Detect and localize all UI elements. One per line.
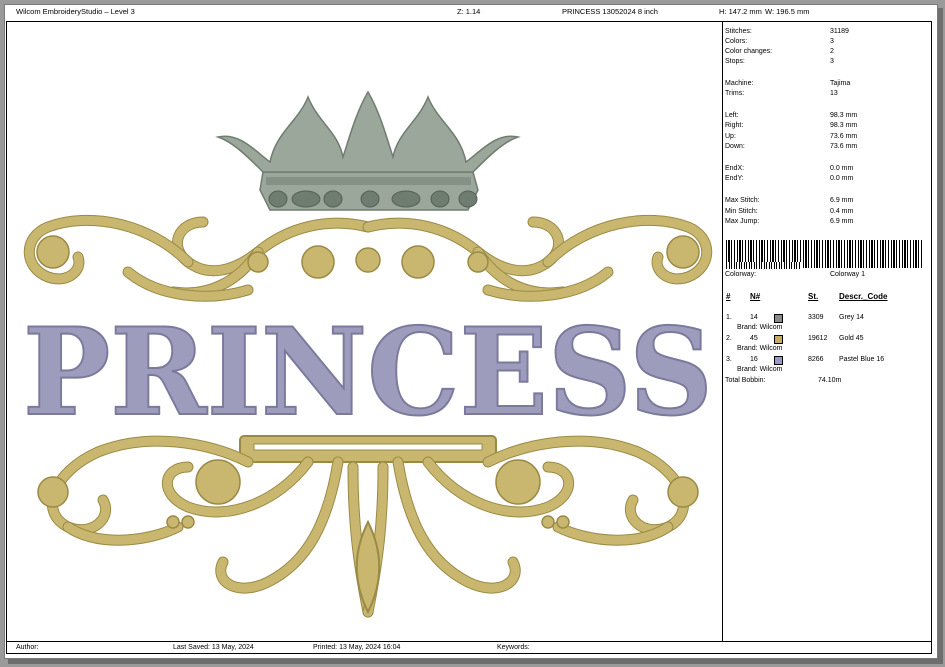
info-value: 0.0 mm — [830, 175, 854, 182]
divider — [6, 641, 932, 642]
info-value: 6.9 mm — [830, 218, 854, 225]
color-swatch — [774, 356, 783, 365]
info-label: Stops: — [725, 58, 745, 65]
last-saved-field: Last Saved: 13 May, 2024 — [173, 644, 254, 651]
info-value: 98.3 mm — [830, 112, 858, 119]
info-value: 31189 — [830, 28, 849, 35]
divider — [722, 21, 723, 641]
col-header-description: Descr._Code — [839, 292, 888, 301]
info-label: EndY: — [725, 175, 744, 182]
total-bobbin-label: Total Bobbin: — [725, 377, 766, 384]
info-value: 73.6 mm — [830, 143, 858, 150]
row-index: 2. — [726, 335, 732, 342]
info-label: EndX: — [725, 165, 745, 172]
info-label: Trims: — [725, 90, 745, 97]
barcode — [726, 262, 801, 269]
info-value: 0.0 mm — [830, 165, 854, 172]
row-stitch-count: 3309 — [808, 314, 824, 321]
info-label: Color changes: — [725, 48, 773, 55]
row-description: Pastel Blue 16 — [839, 356, 885, 363]
info-label: Up: — [725, 133, 736, 140]
info-label: Stitches: — [725, 28, 752, 35]
info-value: 0.4 mm — [830, 208, 854, 215]
row-thread-number: 45 — [750, 335, 758, 342]
row-index: 3. — [726, 356, 732, 363]
crown-motif — [215, 90, 521, 211]
princess-text: PRINCESS — [23, 302, 713, 443]
design-width: W: 196.5 mm — [765, 7, 810, 16]
color-swatch — [774, 335, 783, 344]
info-label: Machine: — [725, 80, 754, 87]
row-index: 1. — [726, 314, 732, 321]
row-brand: Brand: Wilcom — [737, 324, 783, 331]
design-name: PRINCESS 13052024 8 inch — [562, 7, 658, 16]
row-stitch-count: 19612 — [808, 335, 828, 342]
info-value: 3 — [830, 38, 834, 45]
info-value: 6.9 mm — [830, 197, 854, 204]
keywords-field: Keywords: — [497, 644, 530, 651]
info-label: Max Stitch: — [725, 197, 760, 204]
info-value: 2 — [830, 48, 834, 55]
row-description: Gold 45 — [839, 335, 864, 342]
row-brand: Brand: Wilcom — [737, 366, 783, 373]
upper-scroll-ornament — [23, 214, 713, 302]
lower-scroll-ornament — [37, 435, 699, 618]
row-description: Grey 14 — [839, 314, 864, 321]
info-label: Min Stitch: — [725, 208, 758, 215]
info-label: Left: — [725, 112, 739, 119]
info-value: 73.6 mm — [830, 133, 858, 140]
col-header-index: # — [726, 292, 731, 301]
info-value: Tajima — [830, 80, 851, 87]
colorway-value: Colorway 1 — [830, 271, 866, 278]
embroidery-design-preview: PRINCESS — [22, 90, 714, 618]
sheet-shadow — [938, 8, 943, 663]
info-value: 13 — [830, 90, 838, 97]
colorway-label: Colorway: — [725, 271, 757, 278]
col-header-number: N# — [750, 292, 761, 301]
info-value: 98.3 mm — [830, 122, 858, 129]
row-thread-number: 14 — [750, 314, 758, 321]
col-header-stitches: St. — [808, 292, 819, 301]
info-label: Right: — [725, 122, 744, 129]
info-value: 3 — [830, 58, 834, 65]
info-label: Down: — [725, 143, 745, 150]
printed-field: Printed: 13 May, 2024 16:04 — [313, 644, 401, 651]
zoom-level: Z: 1.14 — [457, 7, 481, 16]
sheet-shadow — [8, 659, 943, 664]
app-title: Wilcom EmbroideryStudio – Level 3 — [16, 7, 135, 16]
total-bobbin-value: 74.10m — [818, 377, 842, 384]
row-thread-number: 16 — [750, 356, 758, 363]
info-label: Max Jump: — [725, 218, 760, 225]
design-height: H: 147.2 mm — [719, 7, 762, 16]
row-stitch-count: 8266 — [808, 356, 824, 363]
author-field: Author: — [16, 644, 39, 651]
color-swatch — [774, 314, 783, 323]
row-brand: Brand: Wilcom — [737, 345, 783, 352]
info-label: Colors: — [725, 38, 748, 45]
